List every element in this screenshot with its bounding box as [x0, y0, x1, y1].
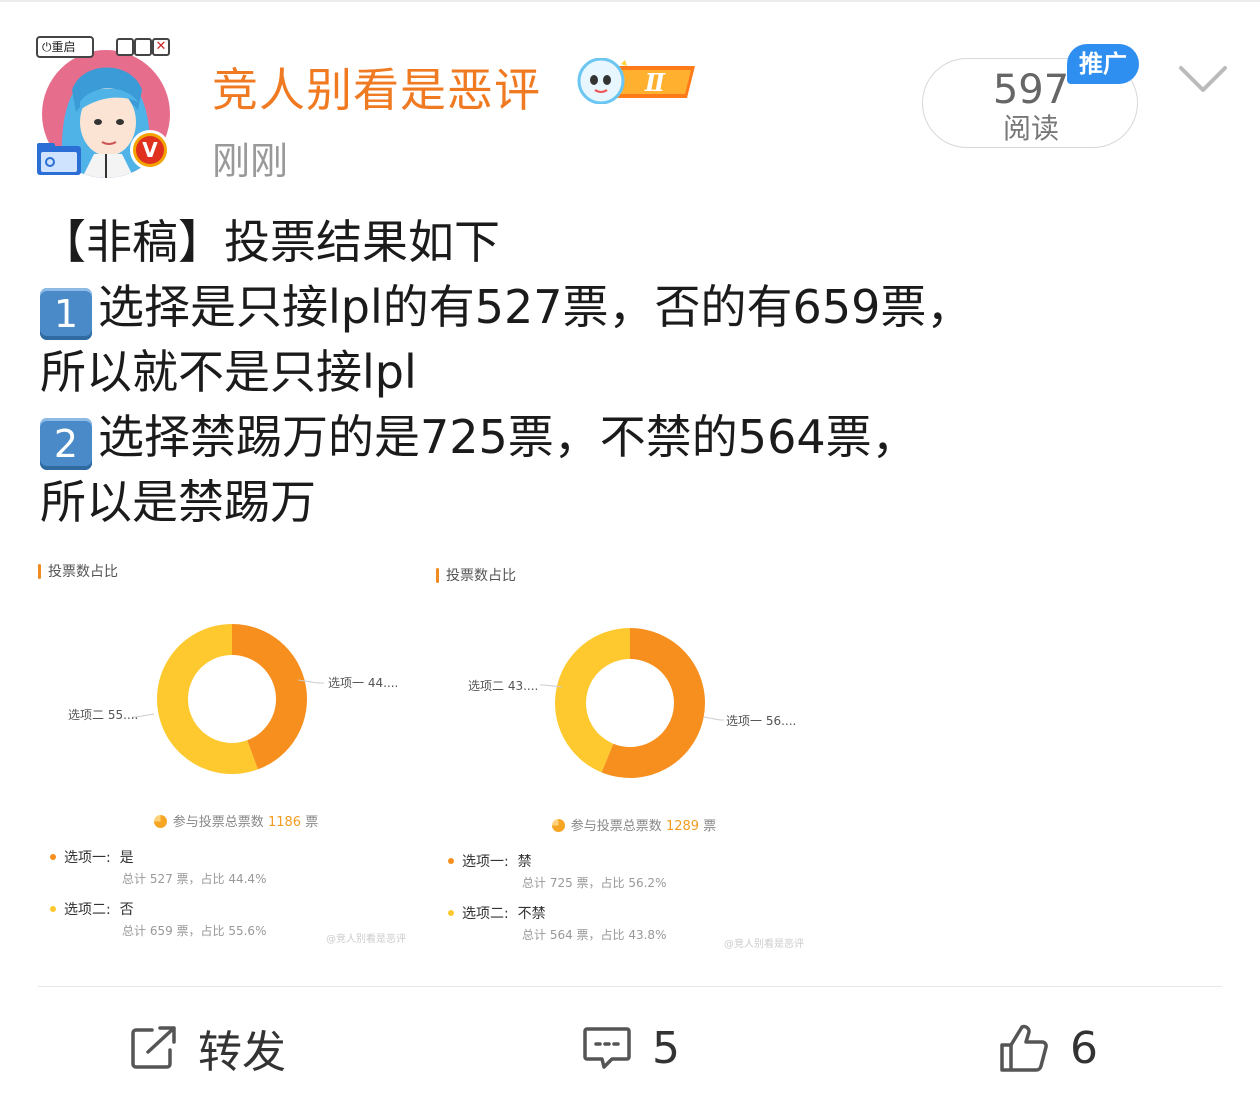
post-line: 2 选择禁踢万的是725票，不禁的564票， — [40, 405, 1230, 470]
folder-icon — [37, 143, 81, 175]
avatar-min-box — [116, 38, 134, 56]
comment-count: 5 — [652, 1022, 680, 1074]
post-line: 1 选择是只接lpl的有527票，否的有659票， — [40, 275, 1230, 340]
avatar-max-box — [134, 38, 152, 56]
leader-line — [703, 716, 724, 721]
donut-label-option-one: 选项一 56.... — [726, 714, 796, 728]
repost-button[interactable]: 转发 — [130, 1018, 286, 1078]
read-label: 阅读 — [1002, 112, 1059, 145]
like-count: 6 — [1070, 1022, 1098, 1074]
donut-chart: 选项一 56.... 选项二 43.... — [468, 628, 796, 778]
option-two-detail: 总计 659 票，占比 55.6% — [122, 924, 267, 938]
verified-badge: V — [130, 130, 170, 170]
donut-label-option-two: 选项二 55.... — [68, 708, 138, 722]
option-two: 选项二: 不禁 — [448, 903, 546, 923]
repost-label: 转发 — [198, 1027, 286, 1078]
option-dot — [448, 858, 454, 864]
donut-label-option-two: 选项二 43.... — [468, 679, 538, 693]
post-line: 所以就不是只接lpl — [40, 345, 417, 399]
poll-image-2[interactable]: 投票数占比 选项一 56.... 选项二 43.... 参与投票总票数 1289… — [424, 559, 844, 954]
avatar-reboot-badge: ⏻重启 — [36, 36, 94, 58]
option-one: 选项一: 是 — [50, 847, 134, 867]
poll-image-1[interactable]: 投票数占比 选项一 44.... 选项二 55.... 参与投票总票数 1186… — [26, 555, 446, 950]
post-time: 刚刚 — [212, 139, 289, 183]
option-one-detail: 总计 527 票，占比 44.4% — [122, 872, 267, 886]
post-line: 【非稿】投票结果如下 — [40, 215, 500, 269]
watermark: @竞人别看是恶评 — [326, 934, 406, 945]
avatar-close-box: ✕ — [152, 38, 170, 56]
avatar[interactable]: ⏻重启 ✕ V — [30, 30, 180, 180]
comment-icon — [583, 1027, 631, 1069]
total-votes: 参与投票总票数 1289 票 — [424, 815, 844, 834]
option-dot — [50, 906, 56, 912]
repost-icon — [131, 1026, 176, 1069]
like-button[interactable]: 6 — [998, 1018, 1098, 1078]
option-dot — [50, 854, 56, 860]
keycap-one-icon: 1 — [40, 288, 92, 340]
option-two-detail: 总计 564 票，占比 43.8% — [522, 928, 667, 942]
post-line: 所以是禁踢万 — [40, 475, 316, 529]
total-votes: 参与投票总票数 1186 票 — [26, 811, 446, 830]
top-divider — [0, 0, 1260, 2]
donut-label-option-one: 选项一 44.... — [328, 676, 398, 690]
option-dot — [448, 910, 454, 916]
donut-chart: 选项一 44.... 选项二 55.... — [68, 624, 398, 774]
promo-button[interactable]: 推广 — [1067, 44, 1139, 84]
pie-icon — [153, 815, 167, 828]
option-one-detail: 总计 725 票，占比 56.2% — [522, 876, 667, 890]
option-one: 选项一: 禁 — [448, 851, 532, 871]
option-two: 选项二: 否 — [50, 899, 134, 919]
username[interactable]: 竞人别看是恶评 — [212, 54, 541, 120]
chevron-down-icon[interactable] — [1178, 62, 1228, 96]
pie-icon — [551, 819, 565, 832]
keycap-two-icon: 2 — [40, 418, 92, 470]
footer-divider — [38, 986, 1222, 987]
thumbs-up-icon — [1000, 1024, 1048, 1072]
post-body: 【非稿】投票结果如下 1 选择是只接lpl的有527票，否的有659票， 所以就不… — [40, 210, 1230, 535]
watermark: @竞人别看是恶评 — [724, 939, 804, 950]
level-badge-text: Ⅱ — [644, 68, 666, 97]
level-badge: Ⅱ — [577, 58, 695, 104]
comment-button[interactable]: 5 — [582, 1018, 680, 1078]
